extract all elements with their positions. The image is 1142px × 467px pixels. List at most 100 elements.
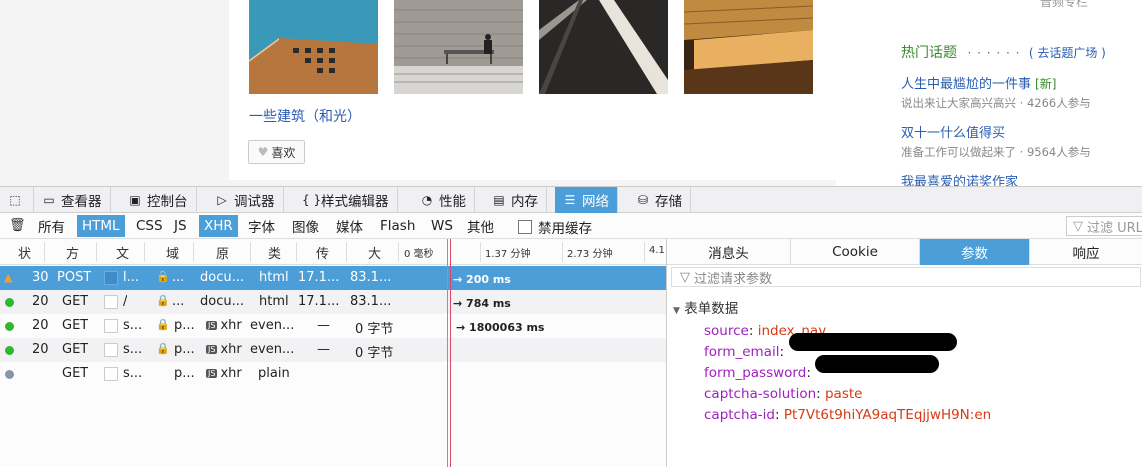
request-transferred: 17.1...	[298, 294, 340, 309]
topic-square-link[interactable]: ( 去话题广场 )	[1029, 46, 1106, 60]
disable-cache-toggle[interactable]: 禁用缓存	[518, 217, 592, 237]
request-cause: docu...	[200, 270, 244, 285]
disable-cache-label: 禁用缓存	[538, 221, 592, 237]
column-domain[interactable]: 域	[166, 243, 179, 262]
pick-element-icon: ⬚	[9, 193, 21, 207]
tab-cookies[interactable]: Cookie	[791, 239, 920, 265]
request-transferred: —	[317, 318, 330, 333]
filter-icon: ▽	[1073, 218, 1083, 234]
request-size: 83.1...	[350, 270, 392, 285]
request-type: html	[259, 294, 289, 309]
filter-css[interactable]: CSS	[131, 215, 168, 237]
request-size: 83.1...	[350, 294, 392, 309]
param-key: captcha-id	[704, 407, 776, 423]
album-photo-1[interactable]	[249, 0, 378, 94]
tab-params[interactable]: 参数	[920, 239, 1030, 265]
tab-label: 调试器	[234, 194, 275, 210]
js-icon: JS	[206, 345, 218, 354]
filter-all[interactable]: 所有	[33, 215, 70, 237]
param-filter-input[interactable]: ▽ 过滤请求参数	[671, 267, 1141, 287]
file-icon	[104, 343, 118, 357]
tab-storage[interactable]: ⛁ 存储	[628, 187, 691, 213]
tab-memory[interactable]: ▤ 内存	[484, 187, 547, 213]
tab-network[interactable]: ☰ 网络	[555, 187, 618, 213]
topic-link[interactable]: 人生中最尴尬的一件事 [新]	[901, 73, 1056, 92]
filter-fonts[interactable]: 字体	[243, 215, 280, 237]
filter-html[interactable]: HTML	[77, 215, 125, 237]
devtools-toolbar: ⬚ ▭ 查看器 ▣ 控制台 ▷ 调试器 { } 样式编辑器 ◔ 性能 ▤ 内存 ☰ 网络 ⛁ 存…	[0, 187, 1142, 213]
tab-response[interactable]: 响应	[1030, 239, 1142, 265]
tab-inspector[interactable]: ▭ 查看器	[34, 187, 111, 213]
devtools-panel: ⬚ ▭ 查看器 ▣ 控制台 ▷ 调试器 { } 样式编辑器 ◔ 性能 ▤ 内存 ☰ 网络 ⛁ 存…	[0, 186, 1142, 467]
tab-headers[interactable]: 消息头	[667, 239, 791, 265]
topic-subtitle: 说出来让大家高兴高兴 · 4266人参与	[901, 96, 1091, 110]
column-method[interactable]: 方	[66, 243, 79, 262]
performance-icon: ◔	[421, 193, 433, 207]
url-filter-input[interactable]: ▽ 过滤 URL	[1066, 216, 1142, 236]
request-cause-wrap: JS xhr	[206, 318, 242, 333]
filter-xhr[interactable]: XHR	[199, 215, 238, 237]
lock-icon: 🔒	[156, 342, 170, 355]
param-key: form_email	[704, 344, 780, 360]
filter-images[interactable]: 图像	[287, 215, 324, 237]
request-status: 30	[32, 270, 49, 285]
topic-link[interactable]: 双十一什么值得买	[901, 122, 1005, 141]
filter-other[interactable]: 其他	[462, 215, 499, 237]
topic-title[interactable]: 人生中最尴尬的一件事	[901, 77, 1031, 92]
network-icon: ☰	[564, 193, 576, 207]
column-status[interactable]: 状	[18, 243, 31, 262]
tab-debugger[interactable]: ▷ 调试器	[207, 187, 284, 213]
tab-console[interactable]: ▣ 控制台	[120, 187, 197, 213]
request-method: GET	[62, 342, 89, 357]
redaction-mark	[789, 333, 957, 351]
column-cause[interactable]: 原	[216, 243, 229, 262]
column-transferred[interactable]: 传	[316, 243, 329, 262]
param-row: form_password:	[704, 365, 811, 381]
file-icon	[104, 319, 118, 333]
album-title-link[interactable]: 一些建筑（和光）	[249, 106, 361, 126]
album-photo-3[interactable]	[539, 0, 668, 94]
album-photo-4[interactable]	[684, 0, 813, 94]
pick-element-button[interactable]: ⬚	[0, 187, 34, 213]
column-size[interactable]: 大	[368, 243, 381, 262]
request-file: /	[123, 294, 128, 309]
filter-flash[interactable]: Flash	[375, 215, 420, 237]
request-transferred: 17.1...	[298, 270, 340, 285]
request-cause: xhr	[220, 366, 242, 381]
tab-performance[interactable]: ◔ 性能	[412, 187, 475, 213]
disable-cache-checkbox[interactable]	[518, 220, 532, 234]
topic-title[interactable]: 双十一什么值得买	[901, 126, 1005, 141]
request-status: 20	[32, 342, 49, 357]
filter-media[interactable]: 媒体	[331, 215, 368, 237]
request-row[interactable]: GET s... p... JS xhr plain	[0, 362, 666, 386]
url-filter-placeholder: 过滤 URL	[1087, 220, 1142, 236]
sidebar-cut-text[interactable]: 音频专栏	[1040, 0, 1088, 10]
request-row[interactable]: ▲ 30 POST l... 🔒 ... docu... html 17.1..…	[0, 266, 666, 290]
filter-js[interactable]: JS	[169, 215, 192, 237]
request-row[interactable]: 20 GET / 🔒 ... docu... html 17.1... 83.1…	[0, 290, 666, 314]
tab-style-editor[interactable]: { } 样式编辑器	[294, 187, 398, 213]
console-icon: ▣	[129, 193, 141, 207]
dom-content-loaded-marker	[447, 239, 448, 467]
trash-icon[interactable]: 🗑	[9, 218, 26, 233]
param-row: captcha-solution: paste	[704, 386, 863, 402]
like-button[interactable]: ♥ 喜欢	[248, 140, 305, 164]
column-file[interactable]: 文	[116, 243, 129, 262]
form-data-section[interactable]: ▼ 表单数据	[673, 297, 738, 317]
redaction-mark	[815, 355, 939, 373]
request-row[interactable]: 20 GET s... 🔒 p... JS xhr even... — 0 字节 …	[0, 314, 666, 338]
new-badge: [新]	[1035, 77, 1057, 91]
hot-topics-dots: · · · · · ·	[967, 46, 1021, 60]
request-size: 0 字节	[355, 322, 394, 337]
request-row[interactable]: 20 GET s... 🔒 p... JS xhr even... — 0 字节	[0, 338, 666, 362]
param-key: source	[704, 323, 749, 339]
request-file: s...	[123, 342, 143, 357]
heart-icon: ♥	[257, 145, 269, 159]
tab-label: 网络	[582, 194, 609, 210]
column-type[interactable]: 类	[268, 243, 281, 262]
storage-icon: ⛁	[637, 193, 649, 207]
request-timing: → 1800063 ms	[456, 321, 545, 334]
filter-ws[interactable]: WS	[426, 215, 458, 237]
album-photo-2[interactable]	[394, 0, 523, 94]
param-value: Pt7Vt6t9hiYA9aqTEqjjwH9N:en	[783, 407, 992, 423]
